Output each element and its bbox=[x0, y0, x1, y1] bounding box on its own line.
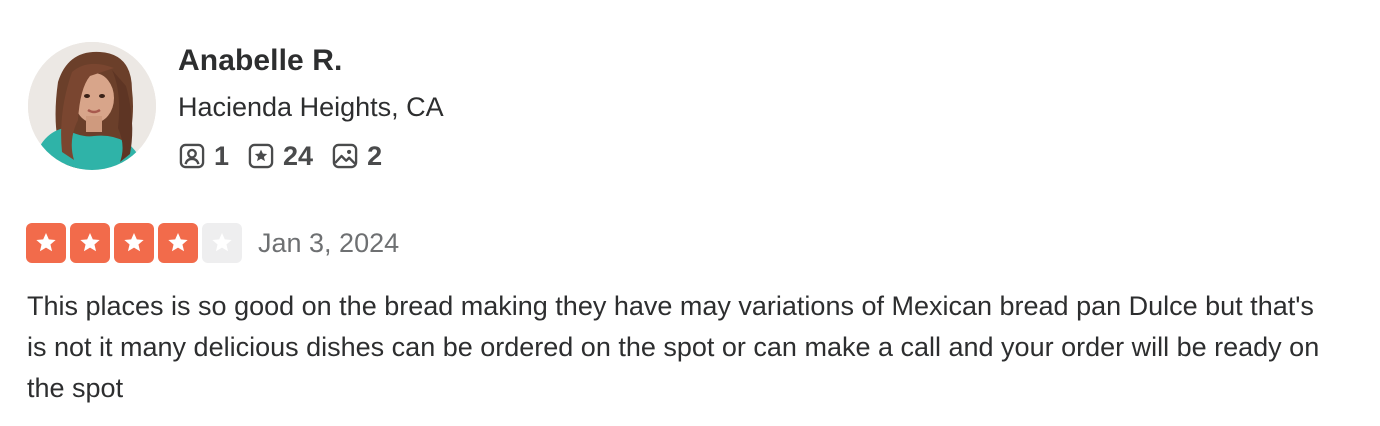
review-text: This places is so good on the bread maki… bbox=[27, 291, 1320, 403]
star-icon bbox=[36, 233, 56, 252]
review-date: Jan 3, 2024 bbox=[258, 227, 400, 258]
user-location: Hacienda Heights, CA bbox=[178, 92, 444, 122]
star-icon bbox=[80, 233, 100, 252]
user-name[interactable]: Anabelle R. bbox=[178, 44, 342, 78]
avatar[interactable] bbox=[28, 42, 156, 170]
photo-icon bbox=[332, 143, 358, 169]
photos-count-value: 2 bbox=[367, 140, 383, 171]
star-rating bbox=[26, 223, 246, 263]
reviews-count: 24 bbox=[247, 141, 313, 172]
rating-row: Jan 3, 2024 bbox=[26, 222, 399, 264]
friends-count-value: 1 bbox=[214, 140, 230, 171]
reviews-count-value: 24 bbox=[283, 140, 314, 171]
star-filled bbox=[26, 223, 66, 263]
review-star-icon bbox=[248, 143, 274, 169]
star-filled bbox=[70, 223, 110, 263]
avatar-photo bbox=[28, 42, 156, 170]
friends-count: 1 bbox=[178, 141, 229, 172]
star-filled bbox=[114, 223, 154, 263]
star-filled bbox=[158, 223, 198, 263]
review-card: Anabelle R. Hacienda Heights, CA 1 24 2 … bbox=[0, 0, 1380, 426]
star-empty bbox=[202, 223, 242, 263]
photos-count: 2 bbox=[331, 141, 382, 172]
user-stats: 1 24 2 bbox=[178, 139, 400, 173]
star-icon bbox=[212, 233, 232, 252]
friends-icon bbox=[179, 143, 205, 169]
star-icon bbox=[124, 233, 144, 252]
star-icon bbox=[168, 233, 188, 252]
